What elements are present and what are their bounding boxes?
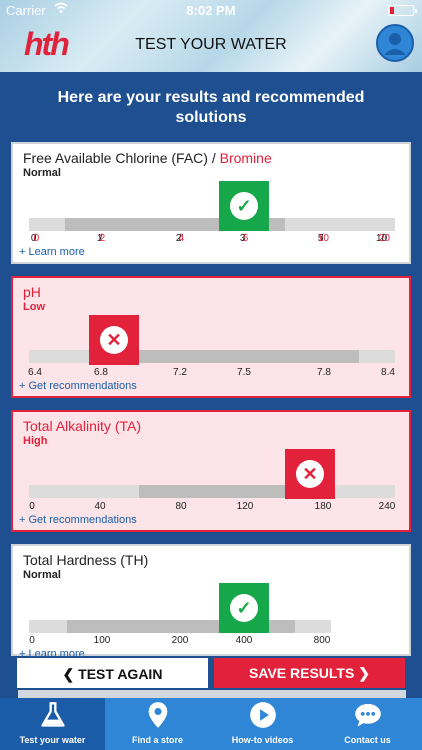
page-title: TEST YOUR WATER	[135, 36, 287, 53]
tick-label: 200	[171, 635, 189, 646]
tick-label: 0	[29, 635, 35, 646]
fac-range-bar	[29, 218, 395, 231]
user-icon	[384, 33, 406, 55]
fac-learn-more-link[interactable]: + Learn more	[19, 246, 85, 258]
th-card: Total Hardness (TH) Normal ✓ 0 100 200 4…	[11, 544, 411, 660]
next-card-peek	[18, 690, 406, 698]
ph-title: pH	[23, 284, 41, 300]
chat-bubble-icon	[355, 703, 381, 727]
tick-label: 240	[378, 501, 396, 512]
play-icon	[250, 702, 276, 728]
action-buttons: ❮ TEST AGAIN SAVE RESULTS ❯	[0, 656, 422, 690]
clock: 8:02 PM	[186, 3, 236, 18]
tab-label: Test your water	[19, 735, 86, 745]
ta-title: Total Alkalinity (TA)	[23, 418, 141, 434]
tick-label: 7.2	[173, 367, 187, 378]
chevron-right-icon: ❯	[354, 665, 370, 681]
tick-label: 7.5	[237, 367, 251, 378]
tick-label: 120	[236, 501, 254, 512]
flask-icon	[41, 702, 65, 727]
tick-label: 0/0	[30, 233, 40, 244]
tick-label: 100	[93, 635, 111, 646]
status-bar: Carrier 8:02 PM	[0, 0, 422, 20]
ta-get-recommendations-link[interactable]: + Get recommendations	[19, 514, 137, 526]
tick-label: 800	[313, 635, 331, 646]
x-icon: ✕	[100, 326, 128, 354]
battery-icon	[388, 5, 417, 16]
tick-label: 0	[29, 501, 35, 512]
tick-label: 10/20	[376, 233, 390, 244]
tick-label: 400	[235, 635, 253, 646]
ta-card: Total Alkalinity (TA) High ✕ 0 40 80 120…	[11, 410, 411, 532]
tick-label: 5/10	[317, 233, 329, 244]
tab-how-to-videos[interactable]: How-to videos	[210, 698, 315, 750]
tick-label: 180	[314, 501, 332, 512]
tick-label: 80	[175, 501, 187, 512]
tab-label: Find a store	[131, 735, 183, 745]
ta-status: High	[23, 435, 48, 447]
tick-label: 2/4	[175, 233, 185, 244]
tab-find-a-store[interactable]: Find a store	[105, 698, 210, 750]
fac-card: Free Available Chlorine (FAC) / Bromine …	[11, 142, 411, 264]
tick-label: 3/6	[239, 233, 249, 244]
tick-label: 7.8	[317, 367, 331, 378]
tab-label: Contact us	[344, 735, 391, 745]
tab-contact-us[interactable]: Contact us	[315, 698, 420, 750]
tick-label: 40	[94, 501, 106, 512]
fac-status: Normal	[23, 167, 61, 179]
tick-label: 8.4	[381, 367, 395, 378]
fac-title: Free Available Chlorine (FAC) / Bromine	[23, 150, 272, 166]
ph-card: pH Low ✕ 6.4 6.8 7.2 7.5 7.8 8.4 + Get r…	[11, 276, 411, 398]
ph-range-bar	[29, 350, 395, 363]
th-normal-marker: ✓	[219, 583, 269, 633]
checkmark-icon: ✓	[230, 594, 258, 622]
results-heading: Here are your results and recommended so…	[57, 89, 365, 126]
th-title: Total Hardness (TH)	[23, 552, 149, 568]
test-again-button[interactable]: ❮ TEST AGAIN	[17, 658, 208, 688]
ta-alert-marker: ✕	[285, 449, 335, 499]
th-status: Normal	[23, 569, 61, 581]
ta-range-bar	[29, 485, 395, 498]
profile-avatar-button[interactable]	[376, 24, 414, 62]
app-header: Carrier 8:02 PM hth TEST YOUR WATER	[0, 0, 422, 72]
ph-alert-marker: ✕	[89, 315, 139, 365]
x-icon: ✕	[296, 460, 324, 488]
save-results-button[interactable]: SAVE RESULTS ❯	[214, 658, 405, 688]
tab-label: How-to videos	[231, 735, 294, 745]
th-range-bar	[29, 620, 331, 633]
checkmark-icon: ✓	[230, 192, 258, 220]
ph-status: Low	[23, 301, 45, 313]
ph-get-recommendations-link[interactable]: + Get recommendations	[19, 380, 137, 392]
tick-label: 6.8	[94, 367, 108, 378]
tick-label: 6.4	[28, 367, 42, 378]
tab-test-your-water[interactable]: Test your water	[0, 698, 105, 750]
tab-bar: Test your water Find a store How-to vide…	[0, 698, 422, 750]
chevron-left-icon: ❮	[62, 666, 79, 682]
location-pin-icon	[148, 702, 168, 728]
fac-normal-marker: ✓	[219, 181, 269, 231]
tick-label: 1/2	[96, 233, 106, 244]
